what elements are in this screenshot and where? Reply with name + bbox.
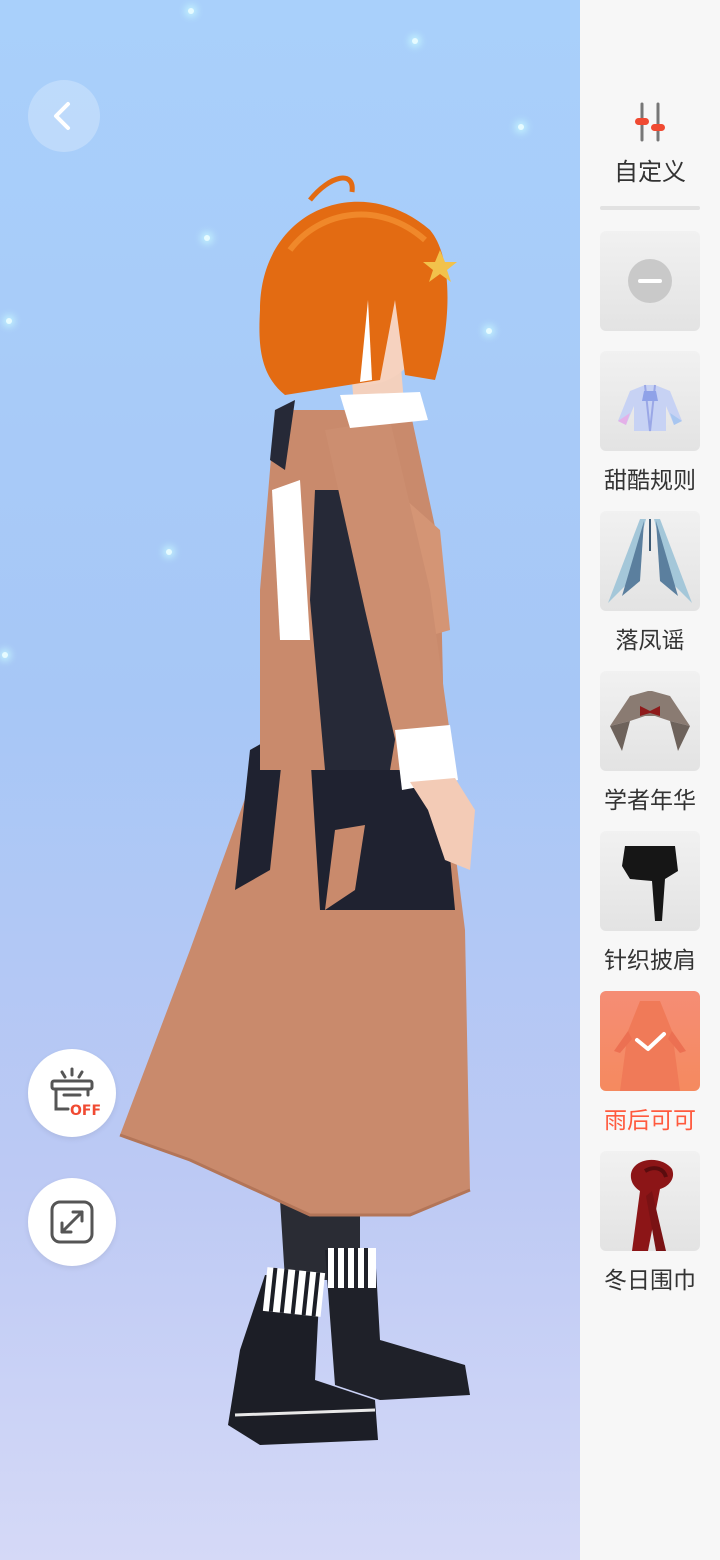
collar-icon: [610, 691, 690, 751]
sparkle: [518, 124, 524, 130]
shawl-icon: [622, 846, 678, 921]
sparkle: [412, 38, 418, 44]
fullscreen-button[interactable]: [28, 1178, 116, 1266]
outfit-item-selected[interactable]: 雨后可可: [600, 991, 700, 1135]
screen: OFF 自定义 甜酷规则 落凤谣 学者年华 针织披肩 雨后可可 冬日围巾: [0, 0, 720, 1560]
back-icon: [54, 102, 70, 130]
none-icon: [628, 259, 672, 303]
back-button[interactable]: [28, 80, 100, 152]
outfit-thumbnail: [600, 831, 700, 931]
divider: [600, 206, 700, 210]
background-toggle-button[interactable]: OFF: [28, 1049, 116, 1137]
background-off-icon: OFF: [50, 1067, 101, 1119]
none-option[interactable]: [600, 231, 700, 331]
jacket-icon: [618, 384, 682, 432]
outfit-thumbnail: [600, 511, 700, 611]
outfit-thumbnail: [600, 671, 700, 771]
cape-icon: [608, 519, 692, 603]
check-icon: [635, 1032, 666, 1051]
outfit-label: 落凤谣: [615, 628, 685, 654]
outfit-label: 甜酷规则: [604, 468, 696, 494]
avatar-character[interactable]: [110, 170, 490, 1470]
outfit-label: 针织披肩: [604, 948, 696, 974]
sliders-icon: [635, 102, 665, 142]
outfit-item[interactable]: 落凤谣: [600, 511, 700, 655]
outfit-item[interactable]: 甜酷规则: [600, 351, 700, 495]
svg-text:OFF: OFF: [70, 1103, 101, 1119]
outfit-label: 学者年华: [604, 788, 696, 814]
expand-icon: [50, 1200, 94, 1244]
outfit-item[interactable]: 针织披肩: [600, 831, 700, 975]
sparkle: [6, 318, 12, 324]
custom-button[interactable]: 自定义: [580, 100, 720, 187]
scarf-icon: [630, 1159, 674, 1251]
none-option-tile: [600, 231, 700, 331]
custom-label: 自定义: [614, 158, 686, 186]
outfit-label: 雨后可可: [604, 1108, 696, 1134]
outfit-item[interactable]: 学者年华: [600, 671, 700, 815]
outfit-thumbnail: [600, 991, 700, 1091]
outfit-thumbnail: [600, 1151, 700, 1251]
sparkle: [188, 8, 194, 14]
outfit-item[interactable]: 冬日围巾: [600, 1151, 700, 1295]
sparkle: [2, 652, 8, 658]
character-preview-stage[interactable]: OFF: [0, 0, 580, 1560]
outfit-thumbnail: [600, 351, 700, 451]
outfit-sidebar: 自定义 甜酷规则 落凤谣 学者年华 针织披肩 雨后可可 冬日围巾: [580, 0, 720, 1560]
outfit-label: 冬日围巾: [604, 1268, 696, 1294]
